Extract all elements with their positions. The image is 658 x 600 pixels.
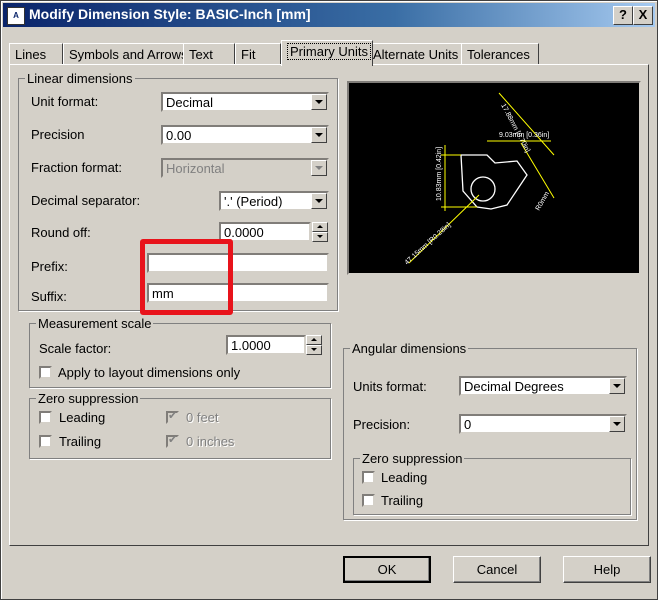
apply-layout-checkbox[interactable]	[39, 366, 52, 379]
unit-format-dropdown[interactable]: Decimal	[161, 92, 329, 112]
help-button[interactable]: Help	[563, 556, 651, 583]
tab-symbols-and-arrows[interactable]: Symbols and Arrows	[63, 43, 193, 65]
round-off-input[interactable]: 0.0000	[219, 222, 311, 242]
fraction-format-dropdown[interactable]: Horizontal	[161, 158, 329, 178]
angular-trailing-label: Trailing	[381, 493, 424, 508]
chevron-down-icon[interactable]	[311, 94, 327, 110]
decimal-separator-label: Decimal separator:	[31, 193, 141, 208]
dialog-window: A Modify Dimension Style: BASIC-Inch [mm…	[0, 0, 658, 600]
chevron-down-icon[interactable]	[311, 193, 327, 209]
preview-label-mid: 9.03mm [0.36in]	[499, 132, 549, 139]
precision-dropdown[interactable]: 0.00	[161, 125, 329, 145]
preview-part-outline	[460, 154, 528, 210]
trailing-label: Trailing	[59, 434, 102, 449]
preview-label-left: 10.83mm [0.42in]	[436, 147, 443, 201]
unit-format-label: Unit format:	[31, 94, 99, 109]
scale-factor-input[interactable]: 1.0000	[226, 335, 306, 355]
spin-down-icon[interactable]	[312, 232, 328, 242]
zero-suppression-legend: Zero suppression	[38, 391, 139, 406]
chevron-down-icon[interactable]	[609, 378, 625, 394]
scale-factor-spinner[interactable]	[306, 335, 322, 355]
angular-precision-label: Precision:	[353, 417, 411, 432]
leading-checkbox[interactable]	[39, 411, 52, 424]
check-mark-icon: ✔	[168, 410, 178, 422]
tab-alternate-units[interactable]: Alternate Units	[367, 43, 465, 65]
cancel-button[interactable]: Cancel	[453, 556, 541, 583]
units-format-label: Units format:	[353, 379, 427, 394]
chevron-down-icon[interactable]	[609, 416, 625, 432]
decimal-separator-dropdown[interactable]: '.' (Period)	[219, 191, 329, 211]
spin-down-icon[interactable]	[306, 345, 322, 355]
window-title: Modify Dimension Style: BASIC-Inch [mm]	[29, 6, 311, 22]
autocad-app-icon: A	[7, 7, 25, 25]
tab-text[interactable]: Text	[183, 43, 235, 65]
dimension-preview: 10.83mm [0.42in] 17.88mm [0.70in] 9.03mm…	[347, 81, 641, 275]
suffix-label: Suffix:	[31, 289, 67, 304]
spin-up-icon[interactable]	[306, 335, 322, 345]
title-bar[interactable]: A Modify Dimension Style: BASIC-Inch [mm…	[3, 3, 655, 27]
angular-leading-label: Leading	[381, 470, 428, 485]
inches-label: 0 inches	[186, 434, 235, 449]
close-button[interactable]: X	[633, 6, 653, 25]
angular-trailing-checkbox[interactable]	[362, 494, 375, 507]
round-off-value: 0.0000	[224, 225, 264, 240]
feet-label: 0 feet	[186, 410, 219, 425]
tab-tolerances[interactable]: Tolerances	[461, 43, 539, 65]
trailing-checkbox[interactable]	[39, 435, 52, 448]
angular-leading-checkbox[interactable]	[362, 471, 375, 484]
angular-precision-value: 0	[464, 417, 472, 432]
fraction-format-value: Horizontal	[166, 161, 225, 176]
unit-format-value: Decimal	[166, 95, 213, 110]
preview-label-top: 17.88mm [0.70in]	[499, 103, 531, 154]
linear-dimensions-legend: Linear dimensions	[27, 71, 133, 86]
apply-layout-label: Apply to layout dimensions only	[58, 365, 241, 380]
preview-label-radius: R0mm	[535, 191, 551, 212]
preview-label-bottom: 47.15mm [R0.28in]	[404, 222, 453, 267]
tab-primary-units[interactable]: Primary Units	[281, 40, 373, 66]
decimal-separator-value: '.' (Period)	[224, 194, 283, 209]
measurement-scale-legend: Measurement scale	[38, 316, 152, 331]
scale-factor-label: Scale factor:	[39, 341, 112, 356]
feet-checkbox[interactable]: ✔	[166, 410, 179, 424]
chevron-down-icon[interactable]	[311, 160, 327, 176]
units-format-dropdown[interactable]: Decimal Degrees	[459, 376, 627, 396]
fraction-format-label: Fraction format:	[31, 160, 123, 175]
round-off-label: Round off:	[31, 225, 91, 240]
check-mark-icon: ✔	[168, 434, 178, 446]
prefix-label: Prefix:	[31, 259, 68, 274]
precision-value: 0.00	[166, 128, 192, 143]
help-title-button[interactable]: ?	[613, 6, 633, 25]
scale-factor-value: 1.0000	[231, 338, 271, 353]
round-off-spinner[interactable]	[312, 222, 328, 242]
precision-label: Precision	[31, 127, 85, 142]
preview-drawing: 10.83mm [0.42in] 17.88mm [0.70in] 9.03mm…	[404, 92, 555, 267]
angular-zero-suppression-legend: Zero suppression	[362, 451, 463, 466]
tab-lines[interactable]: Lines	[9, 43, 63, 65]
leading-label: Leading	[59, 410, 106, 425]
angular-dimensions-legend: Angular dimensions	[352, 341, 467, 356]
spin-up-icon[interactable]	[312, 222, 328, 232]
highlight-box	[140, 239, 233, 315]
inches-checkbox[interactable]: ✔	[166, 434, 179, 448]
chevron-down-icon[interactable]	[311, 127, 327, 143]
tab-fit[interactable]: Fit	[235, 43, 281, 65]
angular-precision-dropdown[interactable]: 0	[459, 414, 627, 434]
ok-button[interactable]: OK	[343, 556, 431, 583]
units-format-value: Decimal Degrees	[464, 379, 564, 394]
preview-hole	[470, 176, 496, 202]
